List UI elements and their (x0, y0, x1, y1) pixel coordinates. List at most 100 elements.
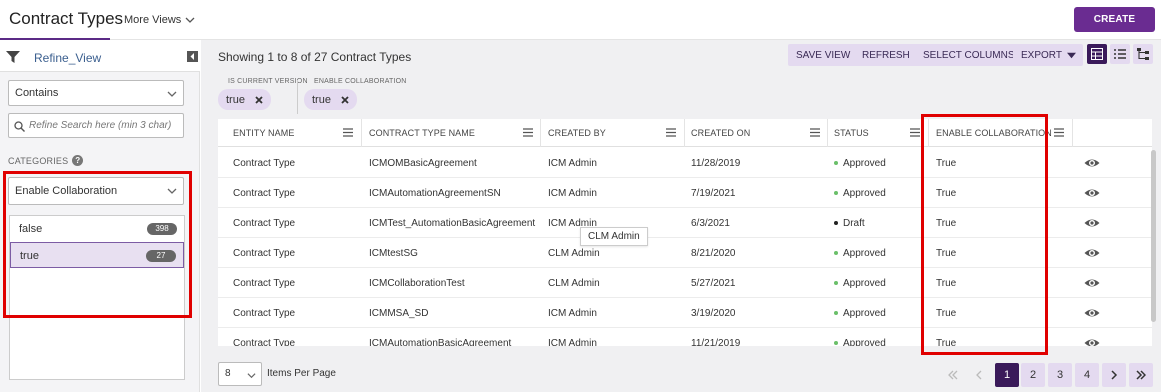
status-label: Approved (843, 248, 886, 259)
export-label: EXPORT (1021, 49, 1062, 61)
cell-status: Draft (834, 218, 865, 229)
view-eye-icon[interactable] (1084, 185, 1100, 201)
match-mode-select[interactable]: Contains (8, 80, 184, 106)
count-badge: 398 (147, 223, 177, 235)
chevron-left-icon (976, 370, 982, 380)
grid-view-icon[interactable] (1087, 44, 1107, 64)
status-dot-icon (834, 341, 838, 346)
cell-status: Approved (834, 158, 886, 169)
categories-label: CATEGORIES ? (8, 155, 84, 166)
save-view-button[interactable]: SAVE VIEW (788, 44, 859, 66)
filter-chip[interactable]: true (218, 89, 271, 110)
results-count: Showing 1 to 8 of 27 Contract Types (218, 50, 412, 64)
cell-created-by: ICM Admin (548, 188, 597, 199)
column-header-enable-collaboration[interactable]: ENABLE COLLABORATION (936, 128, 1052, 138)
cell-enable-collaboration: True (936, 338, 957, 346)
column-header-status[interactable]: STATUS (834, 128, 869, 138)
table-row[interactable]: Contract Type ICMCollaborationTest CLM Adm… (218, 268, 1152, 298)
refresh-button[interactable]: REFRESH (854, 44, 918, 66)
count-badge: 27 (146, 250, 176, 262)
cell-status: Approved (834, 188, 886, 199)
cell-contract-type-name: ICMMSA_SD (369, 308, 429, 319)
page-4-button[interactable]: 4 (1075, 363, 1099, 387)
cell-created-on: 7/19/2021 (691, 188, 736, 199)
cell-enable-collaboration: True (936, 158, 957, 169)
next-page-button[interactable] (1102, 363, 1126, 387)
filter-is-current-version: IS CURRENT VERSION true (218, 78, 308, 110)
table-row[interactable]: Contract Type ICMMSA_SD ICM Admin 3/19/2020… (218, 298, 1152, 328)
category-value-false[interactable]: false 398 (10, 216, 184, 242)
status-label: Approved (843, 188, 886, 199)
previous-page-button[interactable] (967, 363, 991, 387)
remove-filter-icon[interactable] (341, 95, 349, 104)
column-menu-icon[interactable] (1054, 128, 1064, 137)
table-row[interactable]: Contract Type ICMAutomationAgreementSN ICM… (218, 178, 1152, 208)
cell-status: Approved (834, 278, 886, 289)
cell-created-on: 8/21/2020 (691, 248, 736, 259)
cell-enable-collaboration: True (936, 218, 957, 229)
last-page-button[interactable] (1129, 363, 1153, 387)
items-per-page-select[interactable]: 8 (218, 362, 262, 386)
more-views-dropdown[interactable]: More Views (124, 14, 195, 26)
cell-contract-type-name: ICMAutomationAgreementSN (369, 188, 501, 199)
column-menu-icon[interactable] (810, 128, 820, 137)
column-menu-icon[interactable] (666, 128, 676, 137)
cell-created-on: 11/28/2019 (691, 158, 741, 169)
column-menu-icon[interactable] (343, 128, 353, 137)
table-row[interactable]: Contract Type ICMAutomationBasicAgreement… (218, 328, 1152, 346)
filter-chip[interactable]: true (304, 89, 357, 110)
view-eye-icon[interactable] (1084, 275, 1100, 291)
first-page-button[interactable] (941, 363, 965, 387)
status-dot-icon (834, 191, 838, 196)
cell-contract-type-name: ICMTest_AutomationBasicAgreement (369, 218, 536, 229)
view-eye-icon[interactable] (1084, 305, 1100, 321)
chevron-down-icon (167, 91, 177, 97)
column-divider (827, 119, 828, 147)
column-header-created-by[interactable]: CREATED BY (548, 128, 606, 138)
column-menu-icon[interactable] (910, 128, 920, 137)
category-select-value: Enable Collaboration (15, 185, 118, 197)
table-row[interactable]: Contract Type ICMTest_AutomationBasicAgre… (218, 208, 1152, 238)
cell-contract-type-name: ICMAutomationBasicAgreement (369, 338, 512, 346)
refine-search-box (8, 113, 184, 138)
refine-search-input[interactable] (29, 117, 179, 134)
cell-contract-type-name: ICMtestSG (369, 248, 418, 259)
cell-enable-collaboration: True (936, 188, 957, 199)
export-button[interactable]: EXPORT (1013, 44, 1083, 66)
column-header-created-on[interactable]: CREATED ON (691, 128, 750, 138)
cell-entity-name: Contract Type (233, 158, 296, 169)
cell-enable-collaboration: True (936, 308, 957, 319)
cell-tooltip: CLM Admin (580, 227, 648, 246)
status-label: Draft (843, 218, 865, 229)
column-menu-icon[interactable] (523, 128, 533, 137)
table-row[interactable]: Contract Type ICMOMBasicAgreement ICM Admi… (218, 148, 1152, 178)
category-select[interactable]: Enable Collaboration (8, 177, 184, 205)
table-scrollbar[interactable] (1151, 150, 1156, 322)
page-2-button[interactable]: 2 (1021, 363, 1045, 387)
status-label: Approved (843, 278, 886, 289)
page-1-button[interactable]: 1 (995, 363, 1019, 387)
hierarchy-view-icon[interactable] (1133, 44, 1153, 64)
cell-entity-name: Contract Type (233, 248, 296, 259)
filter-label: IS CURRENT VERSION (228, 78, 308, 85)
chevron-down-icon (185, 17, 195, 23)
table-row[interactable]: Contract Type ICMtestSG CLM Admin 8/21/2020… (218, 238, 1152, 268)
collapse-sidebar-icon[interactable] (187, 51, 198, 62)
status-dot-icon (834, 161, 838, 166)
view-eye-icon[interactable] (1084, 155, 1100, 171)
status-dot-icon (834, 251, 838, 256)
column-header-entity-name[interactable]: ENTITY NAME (233, 128, 294, 138)
cell-entity-name: Contract Type (233, 338, 296, 346)
column-header-contract-type-name[interactable]: CONTRACT TYPE NAME (369, 128, 475, 138)
view-eye-icon[interactable] (1084, 215, 1100, 231)
view-eye-icon[interactable] (1084, 335, 1100, 346)
column-divider (684, 119, 685, 147)
view-eye-icon[interactable] (1084, 245, 1100, 261)
help-icon[interactable]: ? (72, 155, 84, 166)
remove-filter-icon[interactable] (255, 95, 263, 104)
select-columns-button[interactable]: SELECT COLUMNS (915, 44, 1023, 66)
page-3-button[interactable]: 3 (1048, 363, 1072, 387)
list-view-icon[interactable] (1110, 44, 1130, 64)
category-value-true[interactable]: true 27 (10, 242, 184, 268)
create-button[interactable]: CREATE (1074, 7, 1155, 32)
